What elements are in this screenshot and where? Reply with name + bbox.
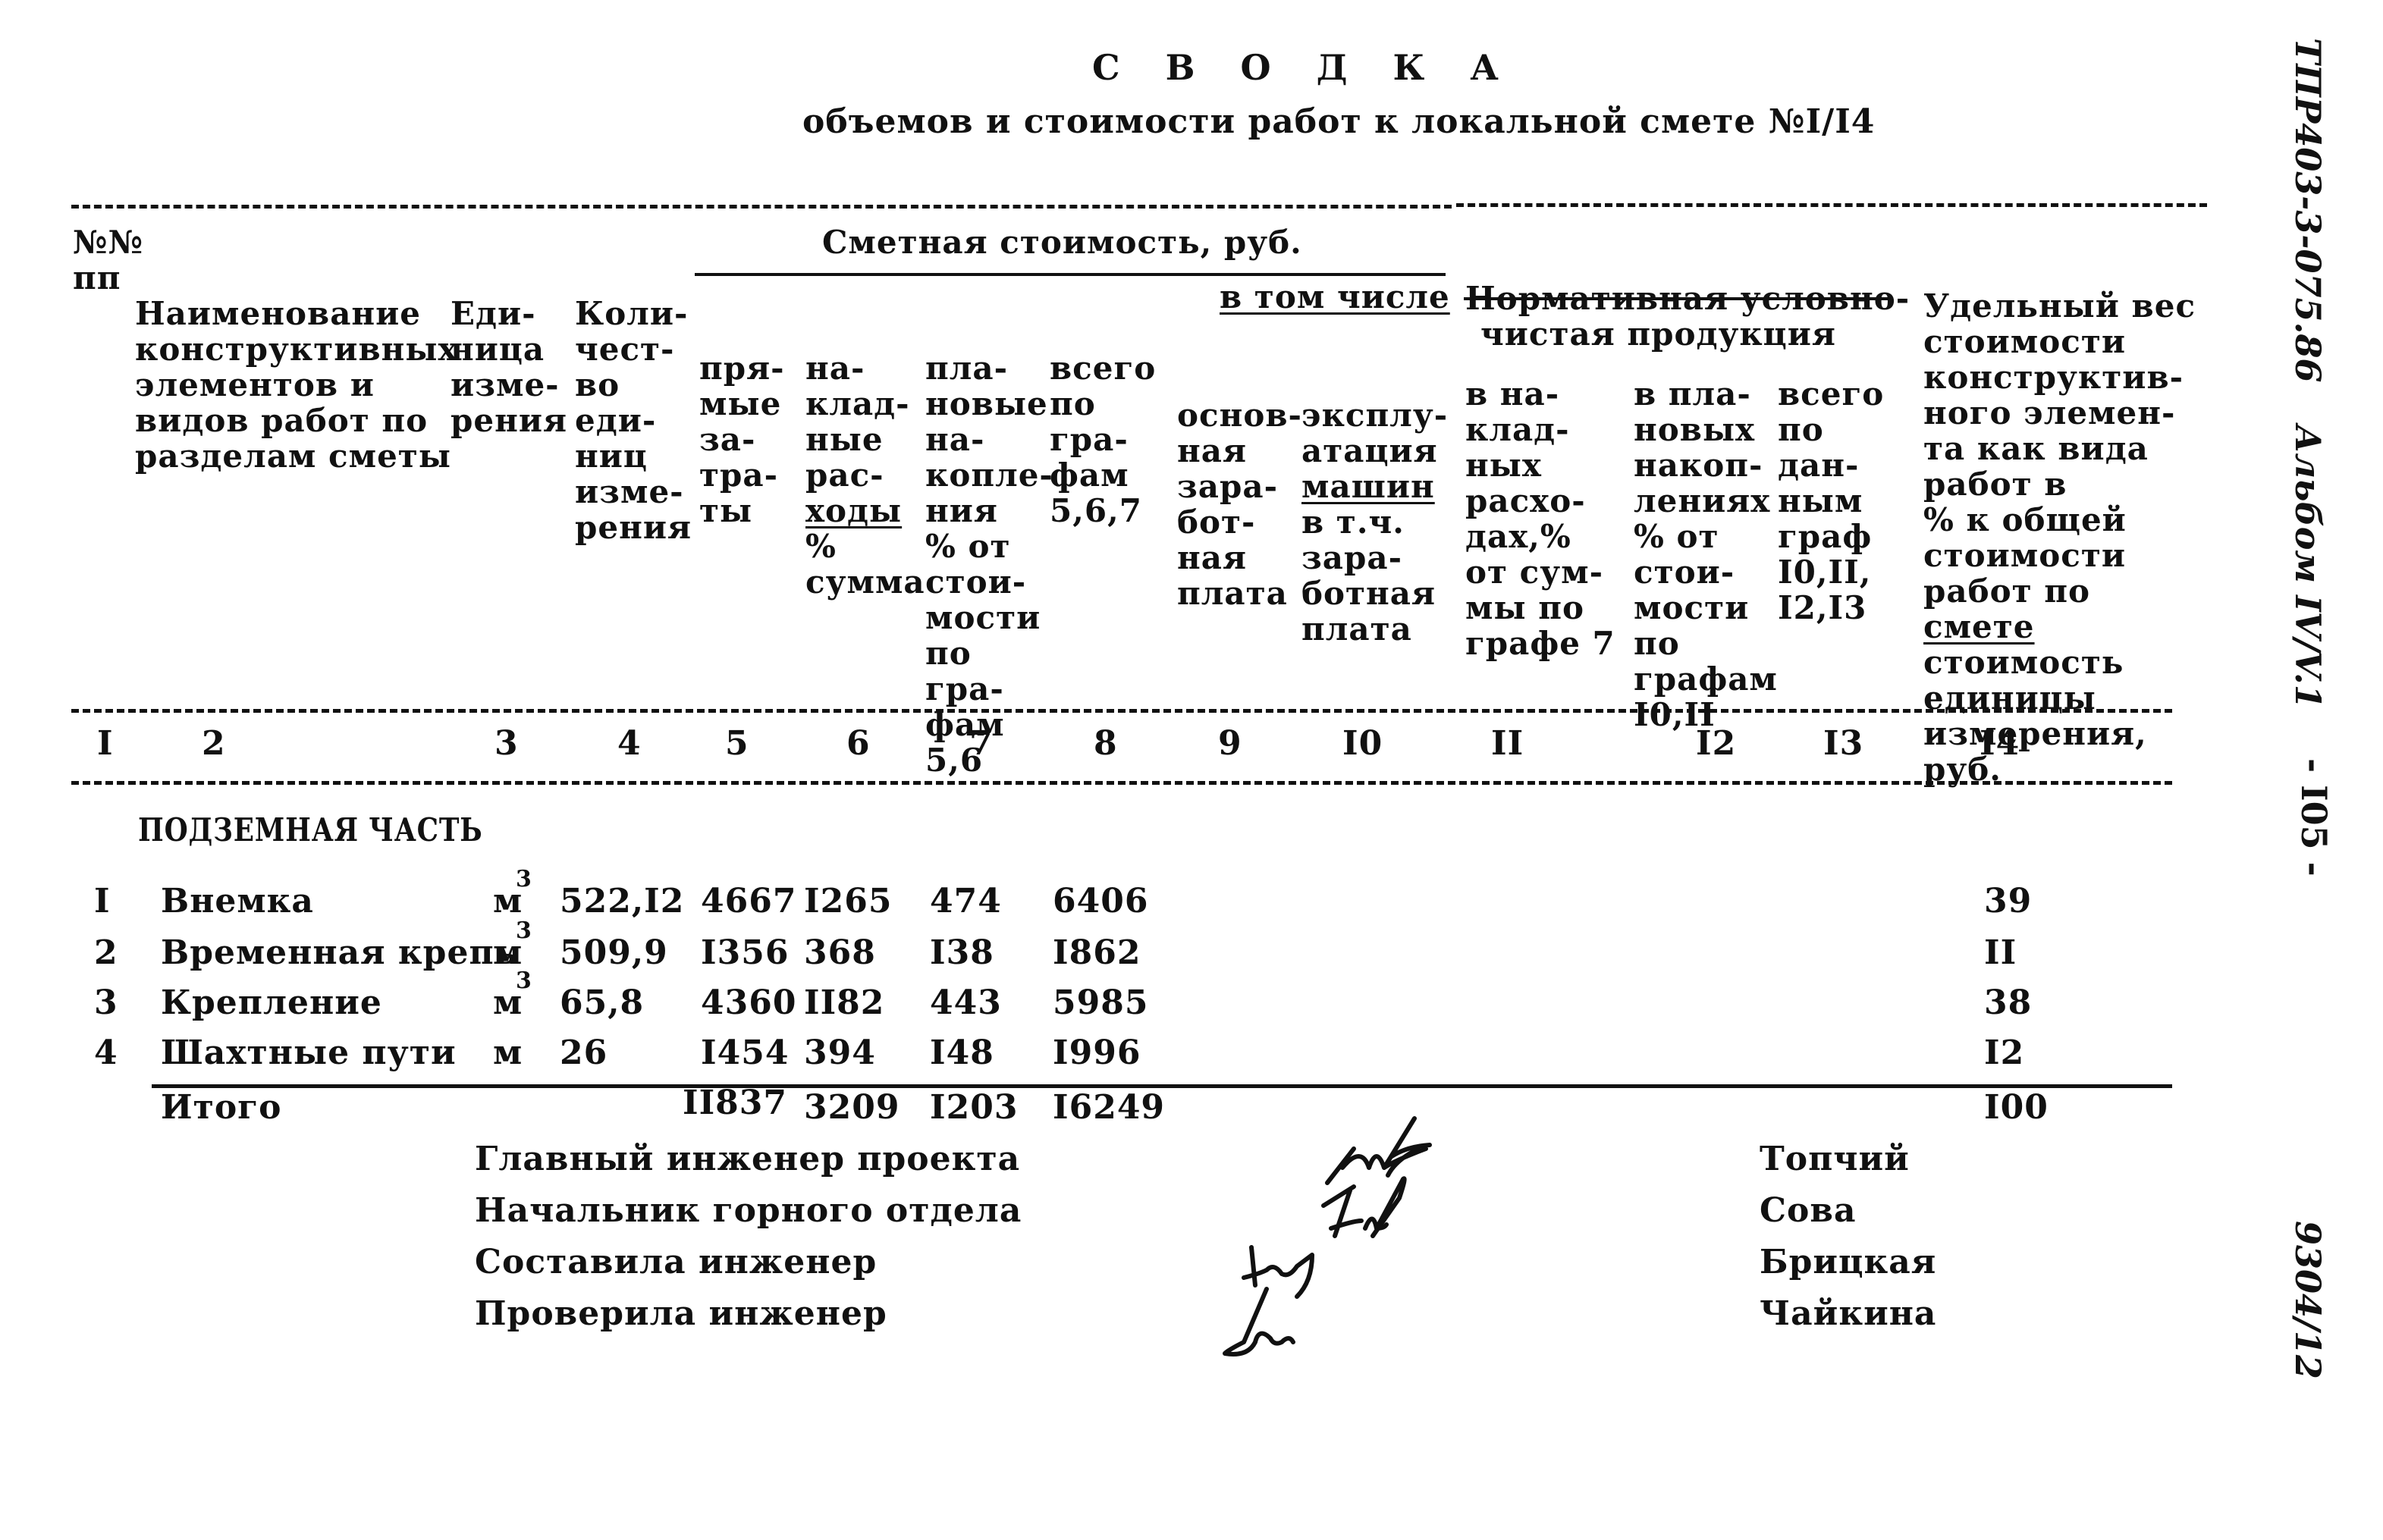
column-number: I0	[1342, 724, 1383, 763]
row-name: Шахтные пути	[161, 1033, 457, 1072]
row-planned-savings: I38	[930, 933, 994, 972]
row-specific-weight: 39	[1984, 882, 2033, 921]
column-number: 9	[1218, 724, 1242, 763]
row-name: Внемка	[161, 882, 314, 921]
header-col-unit: Еди-ница изме-рения	[451, 295, 568, 439]
row-quantity: 26	[560, 1033, 608, 1072]
header-col-name: Наименование конструктивных элементов и вид…	[135, 295, 458, 475]
row-specific-weight: II	[1984, 933, 2017, 972]
header-col-machine-operation: эксплу-атация машин в т.ч. зара-ботная плата	[1301, 397, 1449, 648]
signature-compiler	[1242, 1245, 1314, 1299]
margin-inventory-number: 9304/12	[2287, 1221, 2328, 1379]
row-direct-costs: I356	[701, 933, 790, 972]
column-number: 3	[494, 724, 519, 763]
column-number: I	[97, 724, 114, 763]
signature-name: Топчий	[1760, 1140, 1910, 1178]
signature-role: Начальник горного отдела	[475, 1191, 1022, 1230]
column-number: II	[1491, 724, 1524, 763]
signature-chief-engineer	[1325, 1116, 1432, 1185]
totals-total: I6249	[1053, 1088, 1166, 1127]
row-name: Крепление	[161, 983, 382, 1022]
row-planned-savings: I48	[930, 1033, 994, 1072]
signature-role: Составила инженер	[475, 1243, 878, 1281]
row-overhead: II82	[804, 983, 885, 1022]
header-col-base-wage: основ-ная зара-бот-ная плата	[1177, 397, 1302, 612]
section-title: ПОДЗЕМНАЯ ЧАСТЬ	[138, 811, 483, 848]
row-total: 5985	[1053, 983, 1149, 1022]
row-number: 3	[94, 983, 118, 1022]
totals-label: Итого	[161, 1088, 282, 1127]
row-planned-savings: 474	[930, 882, 1002, 921]
document-title: С В О Д К А	[1092, 47, 1515, 88]
row-quantity: 65,8	[560, 983, 645, 1022]
column-number: 4	[617, 724, 642, 763]
totals-direct: II837	[683, 1084, 788, 1122]
column-number: 5	[725, 724, 749, 763]
signature-role: Главный инженер проекта	[475, 1140, 1021, 1178]
row-planned-savings: 443	[930, 983, 1002, 1022]
signature-name: Сова	[1760, 1191, 1857, 1230]
header-col-direct-costs: пря-мые за-тра-ты	[699, 350, 785, 529]
row-name: Временная крепь	[161, 933, 518, 972]
header-top-rule-right	[1456, 203, 2207, 207]
margin-album: Альбом IV/V.1	[2287, 425, 2328, 709]
totals-planned: I203	[930, 1088, 1019, 1127]
row-specific-weight: I2	[1984, 1033, 2025, 1072]
header-col-total-cost: всего по гра-фам 5,6,7	[1050, 350, 1157, 529]
handwritten-signatures	[1223, 1116, 1432, 1357]
row-total: 6406	[1053, 882, 1149, 921]
signature-role: Проверила инженер	[475, 1294, 887, 1333]
header-including: в том числе	[1220, 278, 1450, 315]
signature-checker	[1223, 1287, 1295, 1357]
column-number: I4	[1980, 724, 2020, 763]
header-col-norm-planned: в пла-новых накоп-лениях% от стои-мости по г…	[1634, 375, 1778, 733]
column-number: I2	[1696, 724, 1737, 763]
totals-overhead: 3209	[804, 1088, 900, 1127]
row-overhead: I265	[804, 882, 893, 921]
row-unit: м	[493, 1033, 523, 1072]
row-total: I996	[1053, 1033, 1141, 1072]
header-top-rule	[71, 205, 1452, 209]
header-cost-group: Сметная стоимость, руб.	[822, 224, 1302, 261]
row-number: I	[94, 882, 111, 921]
row-direct-costs: I454	[701, 1033, 790, 1072]
row-quantity: 522,I2	[560, 882, 685, 921]
margin-project-code: ТПР403-3-075.86	[2287, 38, 2328, 383]
totals-share: I00	[1984, 1088, 2049, 1127]
row-direct-costs: 4360	[701, 983, 797, 1022]
row-number: 2	[94, 933, 118, 972]
row-overhead: 368	[804, 933, 876, 972]
signature-name: Чайкина	[1760, 1294, 1937, 1333]
signature-name: Брицкая	[1760, 1243, 1937, 1281]
column-number: 7	[969, 724, 994, 763]
row-quantity: 509,9	[560, 933, 668, 972]
row-total: I862	[1053, 933, 1141, 972]
column-numbers-rule	[71, 781, 2172, 785]
header-col-quantity: Коли-чест-во еди-ниц изме-рения	[575, 295, 692, 546]
column-number: 6	[846, 724, 871, 763]
document-subtitle: объемов и стоимости работ к локальной см…	[802, 102, 1876, 141]
row-overhead: 394	[804, 1033, 876, 1072]
margin-page-number: - I05 -	[2294, 758, 2334, 877]
column-number: 8	[1094, 724, 1118, 763]
header-bottom-rule	[71, 709, 2172, 713]
header-col-norm-total: всего по дан-ным граф I0,II, I2,I3	[1778, 375, 1885, 626]
row-specific-weight: 38	[1984, 983, 2033, 1022]
header-col-norm-overhead: в на-клад-ных расхо-дах,% от сум-мы по граф…	[1465, 375, 1615, 662]
row-direct-costs: 4667	[701, 882, 797, 921]
column-number: I3	[1823, 724, 1864, 763]
header-col-number: №№ пп	[73, 224, 144, 296]
row-number: 4	[94, 1033, 118, 1072]
signature-department-head	[1321, 1176, 1407, 1238]
header-col-specific-weight: Удельный вес стоимости конструктив-ного эл…	[1923, 287, 2196, 788]
cost-group-rule	[695, 273, 1446, 276]
column-number: 2	[202, 724, 226, 763]
header-col-overhead: на-клад-ные рас-ходы% сумма	[805, 350, 925, 601]
